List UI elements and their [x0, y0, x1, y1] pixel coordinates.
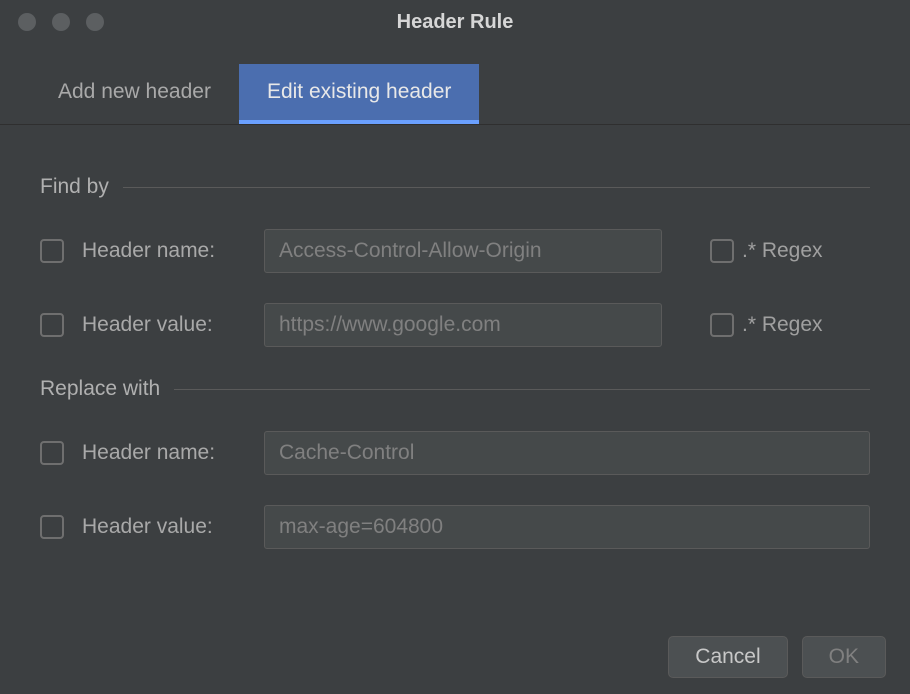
- find-by-section: Find by Header name: .* Regex Header val…: [40, 175, 870, 347]
- titlebar: Header Rule: [0, 0, 910, 44]
- find-header-value-regex-group: .* Regex: [710, 313, 823, 337]
- find-header-value-input[interactable]: [264, 303, 662, 347]
- tab-add-new-header[interactable]: Add new header: [30, 64, 239, 124]
- find-header-value-label: Header value:: [82, 313, 254, 337]
- replace-header-value-checkbox[interactable]: [40, 515, 64, 539]
- replace-with-section: Replace with Header name: Header value:: [40, 377, 870, 549]
- find-by-legend-row: Find by: [40, 175, 870, 199]
- divider-line: [123, 187, 870, 188]
- find-header-name-regex-checkbox[interactable]: [710, 239, 734, 263]
- find-header-value-checkbox[interactable]: [40, 313, 64, 337]
- replace-header-value-label: Header value:: [82, 515, 254, 539]
- dialog-buttons: Cancel OK: [668, 636, 886, 678]
- dialog-window: Header Rule Add new header Edit existing…: [0, 0, 910, 694]
- find-header-name-label: Header name:: [82, 239, 254, 263]
- replace-with-legend-row: Replace with: [40, 377, 870, 401]
- cancel-button[interactable]: Cancel: [668, 636, 787, 678]
- find-header-name-regex-group: .* Regex: [710, 239, 823, 263]
- replace-header-name-input[interactable]: [264, 431, 870, 475]
- content-area: Find by Header name: .* Regex Header val…: [0, 125, 910, 549]
- find-header-name-row: Header name: .* Regex: [40, 229, 870, 273]
- replace-header-name-row: Header name:: [40, 431, 870, 475]
- window-title: Header Rule: [0, 11, 910, 34]
- maximize-window-icon[interactable]: [86, 13, 104, 31]
- tab-edit-existing-header[interactable]: Edit existing header: [239, 64, 479, 124]
- replace-with-legend: Replace with: [40, 377, 160, 401]
- find-header-value-row: Header value: .* Regex: [40, 303, 870, 347]
- find-header-name-checkbox[interactable]: [40, 239, 64, 263]
- replace-header-value-row: Header value:: [40, 505, 870, 549]
- find-by-legend: Find by: [40, 175, 109, 199]
- find-header-name-regex-label: .* Regex: [742, 239, 823, 263]
- minimize-window-icon[interactable]: [52, 13, 70, 31]
- find-header-name-input[interactable]: [264, 229, 662, 273]
- ok-button[interactable]: OK: [802, 636, 886, 678]
- window-controls: [18, 13, 104, 31]
- replace-header-value-input[interactable]: [264, 505, 870, 549]
- replace-header-name-label: Header name:: [82, 441, 254, 465]
- replace-header-name-checkbox[interactable]: [40, 441, 64, 465]
- close-window-icon[interactable]: [18, 13, 36, 31]
- tab-bar: Add new header Edit existing header: [0, 64, 910, 125]
- find-header-value-regex-label: .* Regex: [742, 313, 823, 337]
- divider-line: [174, 389, 870, 390]
- find-header-value-regex-checkbox[interactable]: [710, 313, 734, 337]
